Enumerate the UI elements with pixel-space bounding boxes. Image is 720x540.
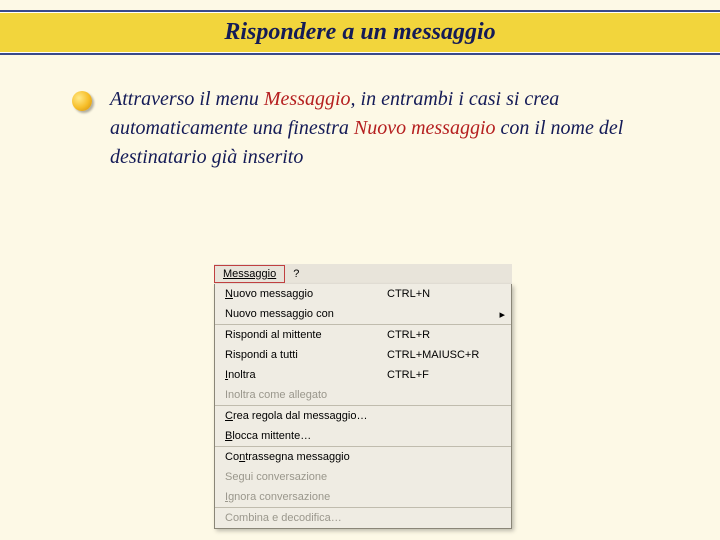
- highlight: Messaggio: [264, 88, 351, 110]
- title-bar: Rispondere a un messaggio: [0, 10, 720, 55]
- menu-segui-conversazione: Segui conversazione: [215, 467, 511, 487]
- menu-rispondi-mittente[interactable]: Rispondi al mittenteCTRL+R: [215, 325, 511, 345]
- body: Attraverso il menu Messaggio, in entramb…: [0, 55, 720, 172]
- menu-screenshot: Messaggio ? Nuovo messaggio CTRL+N Nuovo…: [214, 264, 512, 529]
- menu-crea-regola[interactable]: Crea regola dal messaggio…: [215, 406, 511, 426]
- menu-combina-decodifica: Combina e decodifica…: [215, 508, 511, 528]
- menu-rispondi-tutti[interactable]: Rispondi a tuttiCTRL+MAIUSC+R: [215, 345, 511, 365]
- menu-inoltra[interactable]: Inoltra CTRL+F: [215, 365, 511, 385]
- text: Attraverso il menu: [110, 88, 264, 110]
- shortcut: CTRL+MAIUSC+R: [379, 349, 497, 361]
- submenu-arrow-icon: ▸: [497, 308, 505, 321]
- shortcut: CTRL+N: [379, 288, 497, 300]
- menu-ignora-conversazione: Ignora conversazione: [215, 487, 511, 507]
- dropdown-menu: Nuovo messaggio CTRL+N Nuovo messaggio c…: [214, 284, 512, 529]
- menu-nuovo-messaggio-con[interactable]: Nuovo messaggio con ▸: [215, 304, 511, 324]
- shortcut: CTRL+F: [379, 369, 497, 381]
- slide-title: Rispondere a un messaggio: [224, 19, 495, 45]
- menubar: Messaggio ?: [214, 264, 512, 284]
- menubar-help[interactable]: ?: [285, 266, 307, 282]
- paragraph: Attraverso il menu Messaggio, in entramb…: [110, 85, 670, 172]
- menu-inoltra-allegato: Inoltra come allegato: [215, 385, 511, 405]
- menubar-messaggio[interactable]: Messaggio: [214, 265, 285, 283]
- menu-blocca-mittente[interactable]: Blocca mittente…: [215, 426, 511, 446]
- menu-nuovo-messaggio[interactable]: Nuovo messaggio CTRL+N: [215, 284, 511, 304]
- menu-contrassegna[interactable]: Contrassegna messaggio: [215, 447, 511, 467]
- bullet-icon: [72, 91, 92, 111]
- highlight: Nuovo messaggio: [354, 117, 496, 139]
- shortcut: CTRL+R: [379, 329, 497, 341]
